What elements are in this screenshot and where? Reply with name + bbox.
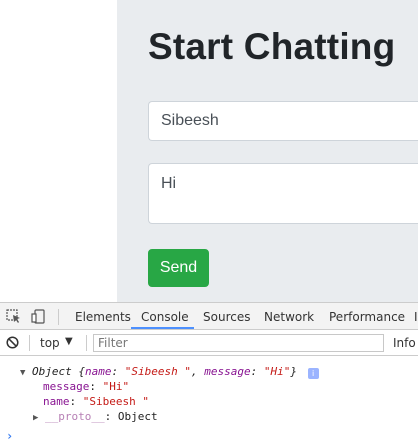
log-key: __proto__ xyxy=(45,410,105,423)
info-icon[interactable]: i xyxy=(307,368,319,379)
dropdown-arrow-icon[interactable]: ▼ xyxy=(65,336,73,347)
clear-console-icon[interactable] xyxy=(6,336,19,349)
log-object-suffix: } xyxy=(290,365,297,378)
collapsed-triangle-icon[interactable]: ▶ xyxy=(33,413,38,423)
log-object-summary[interactable]: ▼ Object {name: "Sibeesh ", message: "Hi… xyxy=(20,365,319,379)
console-output: ▼ Object {name: "Sibeesh ", message: "Hi… xyxy=(0,357,418,446)
log-value: "Hi" xyxy=(102,380,130,393)
message-textarea[interactable]: Hi xyxy=(148,163,418,224)
console-prompt-icon[interactable]: › xyxy=(6,429,13,443)
toolbar-divider xyxy=(29,335,30,351)
tab-overflow[interactable]: I xyxy=(414,310,418,324)
devtools-tab-bar: Elements Console Sources Network Perform… xyxy=(0,303,418,330)
name-input[interactable]: Sibeesh xyxy=(148,101,418,141)
send-button[interactable]: Send xyxy=(148,249,209,287)
console-toolbar: top ▼ Filter Info xyxy=(0,330,418,356)
web-page: Start Chatting Sibeesh Hi Send xyxy=(0,0,418,302)
log-value: "Sibeesh " xyxy=(124,365,192,378)
device-toolbar-icon[interactable] xyxy=(31,309,47,324)
filter-input[interactable]: Filter xyxy=(93,334,384,352)
tab-network[interactable]: Network xyxy=(264,310,314,324)
log-value: Object xyxy=(117,410,158,423)
toolbar-divider xyxy=(86,335,87,351)
log-object-prefix: Object { xyxy=(32,365,86,378)
tab-sources[interactable]: Sources xyxy=(203,310,250,324)
tab-elements[interactable]: Elements xyxy=(75,310,131,324)
expanded-triangle-icon[interactable]: ▼ xyxy=(20,368,25,378)
log-value: "Hi" xyxy=(263,365,291,378)
jumbotron: Start Chatting Sibeesh Hi Send xyxy=(117,0,418,302)
log-value: "Sibeesh " xyxy=(82,395,149,408)
log-property: name: "Sibeesh " xyxy=(43,395,149,408)
active-tab-indicator xyxy=(131,327,194,329)
log-level-selector[interactable]: Info xyxy=(393,336,416,350)
tab-performance[interactable]: Performance xyxy=(329,310,405,324)
toolbar-divider xyxy=(58,309,59,325)
page-title: Start Chatting xyxy=(148,26,396,67)
log-key: message xyxy=(43,380,90,393)
log-key: name xyxy=(43,395,70,408)
context-selector[interactable]: top xyxy=(40,336,60,350)
inspect-element-icon[interactable] xyxy=(6,309,22,324)
devtools-panel: Elements Console Sources Network Perform… xyxy=(0,302,418,446)
log-property: message: "Hi" xyxy=(43,380,130,393)
tab-console[interactable]: Console xyxy=(141,310,189,324)
log-key: name xyxy=(85,365,112,378)
log-key: message xyxy=(204,365,251,378)
log-proto[interactable]: ▶ __proto__: Object xyxy=(33,410,158,423)
